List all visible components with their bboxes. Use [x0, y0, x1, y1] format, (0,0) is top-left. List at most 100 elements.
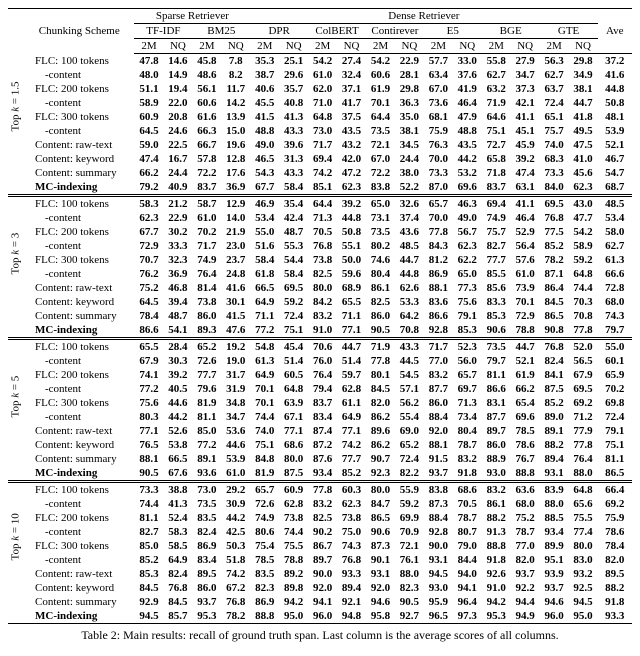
cell: 62.7 [482, 68, 511, 82]
col-ave: Ave [598, 9, 632, 54]
cell: 78.5 [511, 424, 540, 438]
cell: 69.4 [308, 152, 337, 166]
cell-ave: 53.9 [598, 124, 632, 138]
cell: 58.9 [569, 239, 598, 253]
row-label: -content [23, 96, 134, 110]
cell: 68.6 [453, 482, 482, 498]
cell: 37.6 [453, 68, 482, 82]
cell: 94.1 [453, 581, 482, 595]
cell: 33.3 [163, 239, 192, 253]
cell: 90.8 [540, 323, 569, 339]
cell-ave: 89.5 [598, 567, 632, 581]
cell: 86.0 [366, 309, 395, 323]
cell: 86.6 [424, 309, 453, 323]
cell: 74.2 [337, 438, 366, 452]
cell: 41.3 [163, 497, 192, 511]
cell: 76.8 [540, 211, 569, 225]
cell: 54.1 [163, 323, 192, 339]
cell: 63.1 [511, 180, 540, 196]
cell: 72.9 [134, 239, 163, 253]
cell: 34.8 [221, 396, 250, 410]
row-label: FLC: 100 tokens [23, 339, 134, 355]
cell: 71.1 [250, 309, 279, 323]
cell: 90.7 [366, 452, 395, 466]
cell-ave: 48.5 [598, 196, 632, 212]
cell: 80.4 [366, 267, 395, 281]
cell: 35.4 [279, 196, 308, 212]
cell: 43.6 [395, 225, 424, 239]
cell: 76.2 [134, 267, 163, 281]
cell: 54.8 [250, 339, 279, 355]
cell: 86.9 [250, 595, 279, 609]
table-row: Content: raw-text75.246.881.441.666.569.… [8, 281, 632, 295]
cell: 41.6 [221, 281, 250, 295]
cell: 74.1 [134, 368, 163, 382]
cell: 85.5 [482, 267, 511, 281]
cell-ave: 72.8 [598, 281, 632, 295]
cell: 56.3 [540, 54, 569, 69]
cell: 56.1 [192, 82, 221, 96]
cell: 28.4 [163, 339, 192, 355]
cell: 90.6 [366, 525, 395, 539]
cell: 83.7 [308, 396, 337, 410]
cell: 73.8 [337, 511, 366, 525]
cell: 77.1 [134, 424, 163, 438]
cell: 44.2 [221, 511, 250, 525]
cell: 37.1 [337, 82, 366, 96]
col-sub: 2M [308, 39, 337, 54]
cell: 85.0 [134, 539, 163, 553]
cell: 22.5 [163, 138, 192, 152]
cell: 65.5 [337, 295, 366, 309]
cell: 65.7 [250, 482, 279, 498]
cell: 74.4 [134, 497, 163, 511]
row-label: Content: keyword [23, 295, 134, 309]
cell: 58.4 [279, 180, 308, 196]
col-dense: Dense Retriever [250, 9, 597, 24]
cell: 86.1 [482, 497, 511, 511]
cell-ave: 68.0 [598, 295, 632, 309]
row-label: -content [23, 267, 134, 281]
cell: 83.0 [569, 553, 598, 567]
cell: 94.5 [569, 595, 598, 609]
cell-ave: 78.4 [598, 539, 632, 553]
cell: 62.3 [337, 497, 366, 511]
cell: 92.1 [337, 595, 366, 609]
cell: 49.0 [453, 211, 482, 225]
cell: 56.0 [453, 354, 482, 368]
cell: 74.9 [482, 211, 511, 225]
cell: 31.7 [221, 368, 250, 382]
row-label: Content: summary [23, 595, 134, 609]
cell: 34.5 [395, 138, 424, 152]
cell: 81.1 [134, 511, 163, 525]
cell: 94.9 [511, 609, 540, 623]
cell: 86.0 [192, 309, 221, 323]
table-row: Content: keyword64.539.473.830.164.959.2… [8, 295, 632, 309]
cell: 42.4 [279, 211, 308, 225]
cell: 77.9 [569, 424, 598, 438]
cell: 28.1 [395, 68, 424, 82]
cell: 57.8 [192, 152, 221, 166]
cell: 77.8 [308, 482, 337, 498]
cell: 75.6 [134, 396, 163, 410]
cell: 73.6 [424, 96, 453, 110]
cell: 19.2 [221, 339, 250, 355]
row-label: Content: raw-text [23, 424, 134, 438]
cell: 63.9 [279, 396, 308, 410]
cell: 61.8 [250, 267, 279, 281]
cell: 30.2 [163, 225, 192, 239]
cell: 88.1 [424, 438, 453, 452]
cell: 89.7 [482, 424, 511, 438]
col-sub: 2M [424, 39, 453, 54]
cell: 51.8 [221, 553, 250, 567]
cell: 77.4 [569, 525, 598, 539]
cell: 47.4 [134, 152, 163, 166]
cell: 73.5 [192, 497, 221, 511]
cell: 8.2 [221, 68, 250, 82]
cell: 79.1 [453, 309, 482, 323]
cell: 35.3 [250, 54, 279, 69]
cell: 31.3 [279, 152, 308, 166]
cell: 70.1 [511, 295, 540, 309]
cell: 72.2 [192, 166, 221, 180]
cell: 83.2 [308, 309, 337, 323]
table-row: FLC: 200 tokens51.119.456.111.740.635.76… [8, 82, 632, 96]
